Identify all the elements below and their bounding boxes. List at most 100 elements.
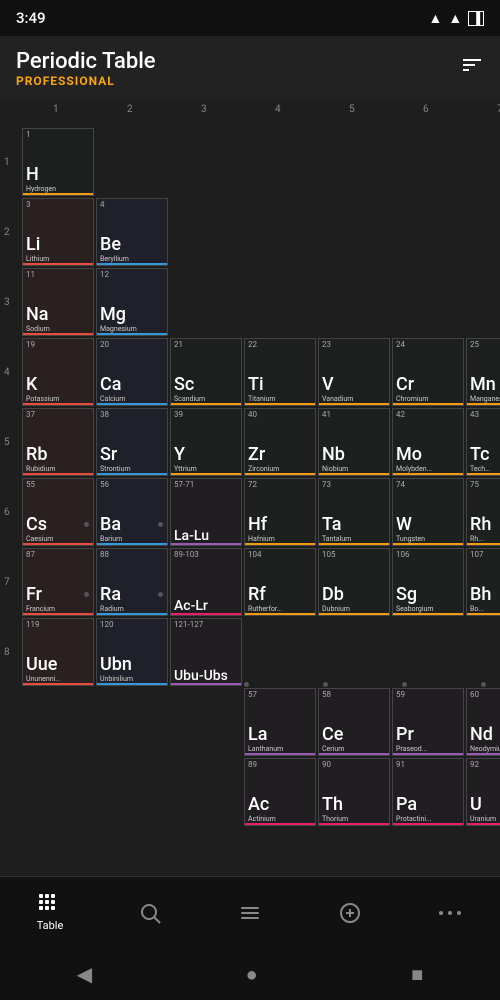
- element-ce[interactable]: 58CeCerium: [318, 688, 390, 756]
- category-line: [171, 403, 241, 405]
- element-na[interactable]: 11NaSodium: [22, 268, 94, 336]
- element-mo[interactable]: 42MoMolybden...: [392, 408, 464, 476]
- element-v[interactable]: 23VVanadium: [318, 338, 390, 406]
- home-button[interactable]: ●: [246, 962, 258, 987]
- element-lalu[interactable]: 57-71 La-Lu: [170, 478, 242, 546]
- element-u[interactable]: 92UUranium: [466, 758, 500, 826]
- element-sr[interactable]: 38SrStrontium: [96, 408, 168, 476]
- element-sg[interactable]: 106SgSeaborgium: [392, 548, 464, 616]
- element-name: Praseod...: [396, 745, 460, 753]
- element-number: 121-127: [174, 621, 203, 629]
- element-th[interactable]: 90ThThorium: [318, 758, 390, 826]
- element-db[interactable]: 105DbDubnium: [318, 548, 390, 616]
- category-line: [23, 333, 93, 335]
- element-zr[interactable]: 40ZrZirconium: [244, 408, 316, 476]
- category-line: [245, 823, 315, 825]
- element-ra[interactable]: 88RaRadium: [96, 548, 168, 616]
- element-pr[interactable]: 59PrPraseod...: [392, 688, 464, 756]
- element-mn[interactable]: 25MnManganese: [466, 338, 500, 406]
- element-symbol: Li: [26, 236, 40, 254]
- element-pa[interactable]: 91PaProtactini...: [392, 758, 464, 826]
- element-rf[interactable]: 104RfRutherfor...: [244, 548, 316, 616]
- element-ta[interactable]: 73TaTantalum: [318, 478, 390, 546]
- element-nb[interactable]: 41NbNiobium: [318, 408, 390, 476]
- category-line: [393, 473, 463, 475]
- element-ubuubs[interactable]: 121-127 Ubu-Ubs: [170, 618, 242, 686]
- element-w[interactable]: 74WTungsten: [392, 478, 464, 546]
- element-symbol: Ta: [322, 516, 342, 534]
- element-y[interactable]: 39YYttrium: [170, 408, 242, 476]
- element-ac[interactable]: 89AcActinium: [244, 758, 316, 826]
- nav-table[interactable]: Table: [20, 893, 80, 932]
- element-number: 12: [100, 271, 109, 279]
- element-rh[interactable]: 75RhRh...: [466, 478, 500, 546]
- element-number: 23: [322, 341, 331, 349]
- back-button[interactable]: ◀: [77, 962, 92, 986]
- status-time: 3:49: [16, 9, 46, 27]
- element-number: 57-71: [174, 481, 194, 489]
- element-number: 59: [396, 691, 405, 699]
- category-line: [171, 543, 241, 545]
- element-symbol: La-Lu: [174, 529, 209, 543]
- element-k[interactable]: 19KPotassium: [22, 338, 94, 406]
- nav-more[interactable]: [420, 909, 480, 917]
- element-ubn[interactable]: 120UbnUnbinilium: [96, 618, 168, 686]
- element-number: 4: [100, 201, 105, 209]
- element-name: Neodymiu...: [470, 745, 500, 753]
- element-nd[interactable]: 60NdNeodymiu...: [466, 688, 500, 756]
- element-uue[interactable]: 119UueUnunenni...: [22, 618, 94, 686]
- element-number: 60: [470, 691, 479, 699]
- element-name: Unbinilium: [100, 675, 164, 683]
- filter-button[interactable]: [460, 53, 484, 83]
- recent-button[interactable]: ■: [411, 962, 423, 987]
- category-line: [393, 753, 463, 755]
- element-symbol: La: [248, 726, 267, 744]
- table-icon: [38, 893, 62, 915]
- element-number: 25: [470, 341, 479, 349]
- element-ti[interactable]: 22TiTitanium: [244, 338, 316, 406]
- element-cr[interactable]: 24CrChromium: [392, 338, 464, 406]
- element-name: Caesium: [26, 535, 90, 543]
- category-line: [97, 543, 167, 545]
- element-bh[interactable]: 107BhBo...: [466, 548, 500, 616]
- category-line: [23, 193, 93, 195]
- element-number: 37: [26, 411, 35, 419]
- element-name: Vanadium: [322, 395, 386, 403]
- element-name: Yttrium: [174, 465, 238, 473]
- category-line: [171, 683, 241, 685]
- header-title-block: Periodic Table PROFESSIONAL: [16, 49, 156, 88]
- nav-add[interactable]: [320, 901, 380, 925]
- element-name: Uranium: [470, 815, 500, 823]
- element-name: Lithium: [26, 255, 90, 263]
- nav-list[interactable]: [220, 901, 280, 925]
- element-li[interactable]: 3LiLithium: [22, 198, 94, 266]
- category-line: [245, 473, 315, 475]
- element-aclr[interactable]: 89-103Ac-Lr: [170, 548, 242, 616]
- element-symbol: Ubu-Ubs: [174, 669, 228, 683]
- element-sc[interactable]: 21ScScandium: [170, 338, 242, 406]
- col-num-3: 3: [201, 104, 207, 115]
- element-ba[interactable]: 56BaBarium: [96, 478, 168, 546]
- element-number: 58: [322, 691, 331, 699]
- periodic-table-area: 1234567123456781HHydrogen3LiLithium4BeBe…: [0, 100, 500, 876]
- element-be[interactable]: 4BeBeryllium: [96, 198, 168, 266]
- element-dot: [158, 522, 163, 527]
- element-number: 21: [174, 341, 183, 349]
- row-num-5: 5: [4, 437, 10, 448]
- col-num-1: 1: [53, 104, 59, 115]
- element-symbol: Sr: [100, 446, 117, 464]
- element-tc[interactable]: 43TcTech...: [466, 408, 500, 476]
- element-fr[interactable]: 87FrFrancium: [22, 548, 94, 616]
- element-la[interactable]: 57LaLanthanum: [244, 688, 316, 756]
- element-mg[interactable]: 12MgMagnesium: [96, 268, 168, 336]
- element-ca[interactable]: 20CaCalcium: [96, 338, 168, 406]
- element-rb[interactable]: 37RbRubidium: [22, 408, 94, 476]
- element-symbol: Th: [322, 796, 343, 814]
- system-navigation: ◀ ● ■: [0, 948, 500, 1000]
- element-number: 42: [396, 411, 405, 419]
- element-cs[interactable]: 55CsCaesium: [22, 478, 94, 546]
- element-hf[interactable]: 72HfHafnium: [244, 478, 316, 546]
- nav-search[interactable]: [120, 901, 180, 925]
- element-h[interactable]: 1HHydrogen: [22, 128, 94, 196]
- element-name: Tech...: [470, 465, 500, 473]
